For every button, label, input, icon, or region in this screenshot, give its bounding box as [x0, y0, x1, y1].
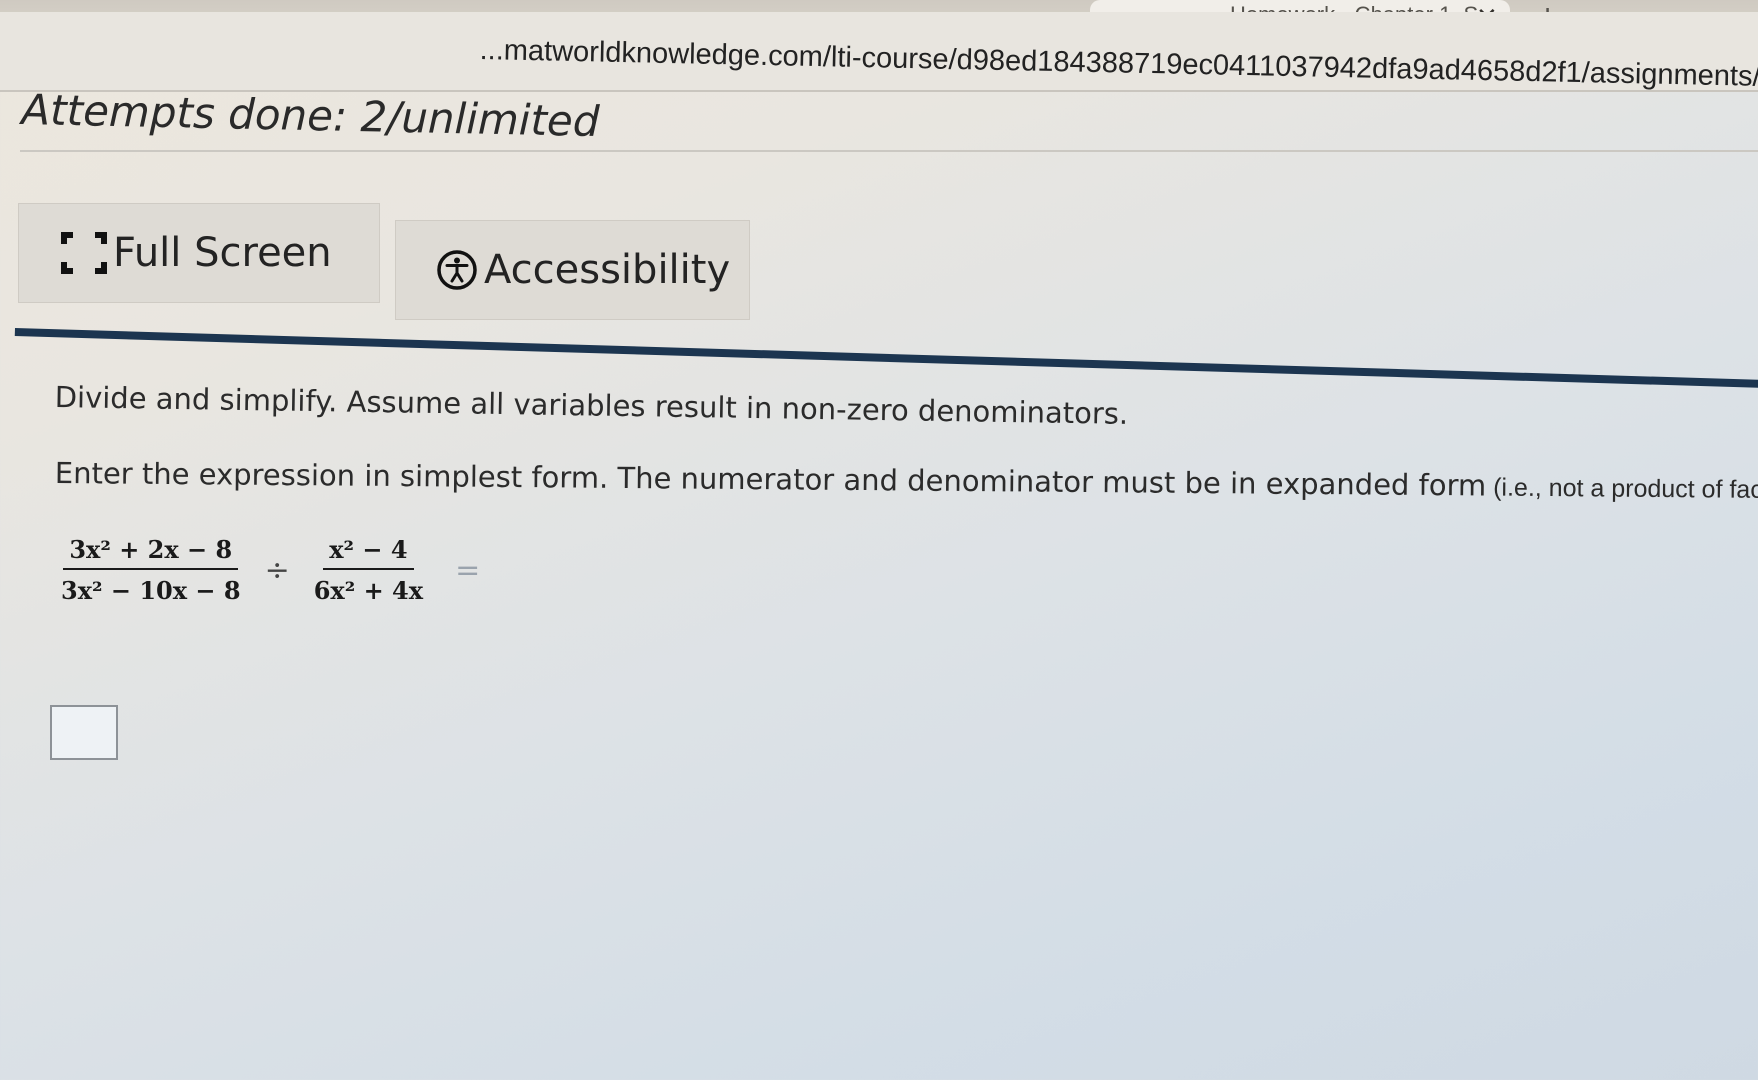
- equals-sign: =: [455, 552, 481, 588]
- full-screen-button[interactable]: Full Screen: [18, 203, 380, 303]
- left-fraction: 3x² + 2x − 8 3x² − 10x − 8: [55, 535, 247, 605]
- url-text[interactable]: ...matworldknowledge.com/lti-course/d98e…: [479, 34, 1758, 98]
- instruction-note: (i.e., not a product of factors).: [1493, 473, 1758, 505]
- math-expression: 3x² + 2x − 8 3x² − 10x − 8 ÷ x² − 4 6x² …: [55, 535, 480, 605]
- header-divider: [20, 150, 1758, 152]
- attempts-status: Attempts done: 2/unlimited: [20, 85, 600, 147]
- instruction-text-2: Enter the expression in simplest form. T…: [54, 456, 1758, 505]
- accessibility-button[interactable]: Accessibility: [395, 220, 750, 320]
- left-denominator: 3x² − 10x − 8: [61, 576, 241, 605]
- fullscreen-icon: [61, 232, 107, 274]
- right-numerator: x² − 4: [323, 535, 414, 570]
- right-denominator: 6x² + 4x: [313, 576, 424, 605]
- question-body: Divide and simplify. Assume all variable…: [54, 380, 1758, 504]
- accessibility-label: Accessibility: [484, 247, 731, 293]
- instruction-text: Divide and simplify. Assume all variable…: [54, 380, 1129, 431]
- full-screen-label: Full Screen: [113, 230, 332, 276]
- left-numerator: 3x² + 2x − 8: [63, 535, 239, 570]
- divide-operator: ÷: [264, 552, 290, 588]
- accessibility-icon: [437, 250, 477, 290]
- address-bar[interactable]: ...matworldknowledge.com/lti-course/d98e…: [0, 12, 1758, 97]
- instruction-main: Enter the expression in simplest form. T…: [54, 456, 1487, 503]
- right-fraction: x² − 4 6x² + 4x: [308, 535, 429, 605]
- answer-input[interactable]: [50, 705, 118, 760]
